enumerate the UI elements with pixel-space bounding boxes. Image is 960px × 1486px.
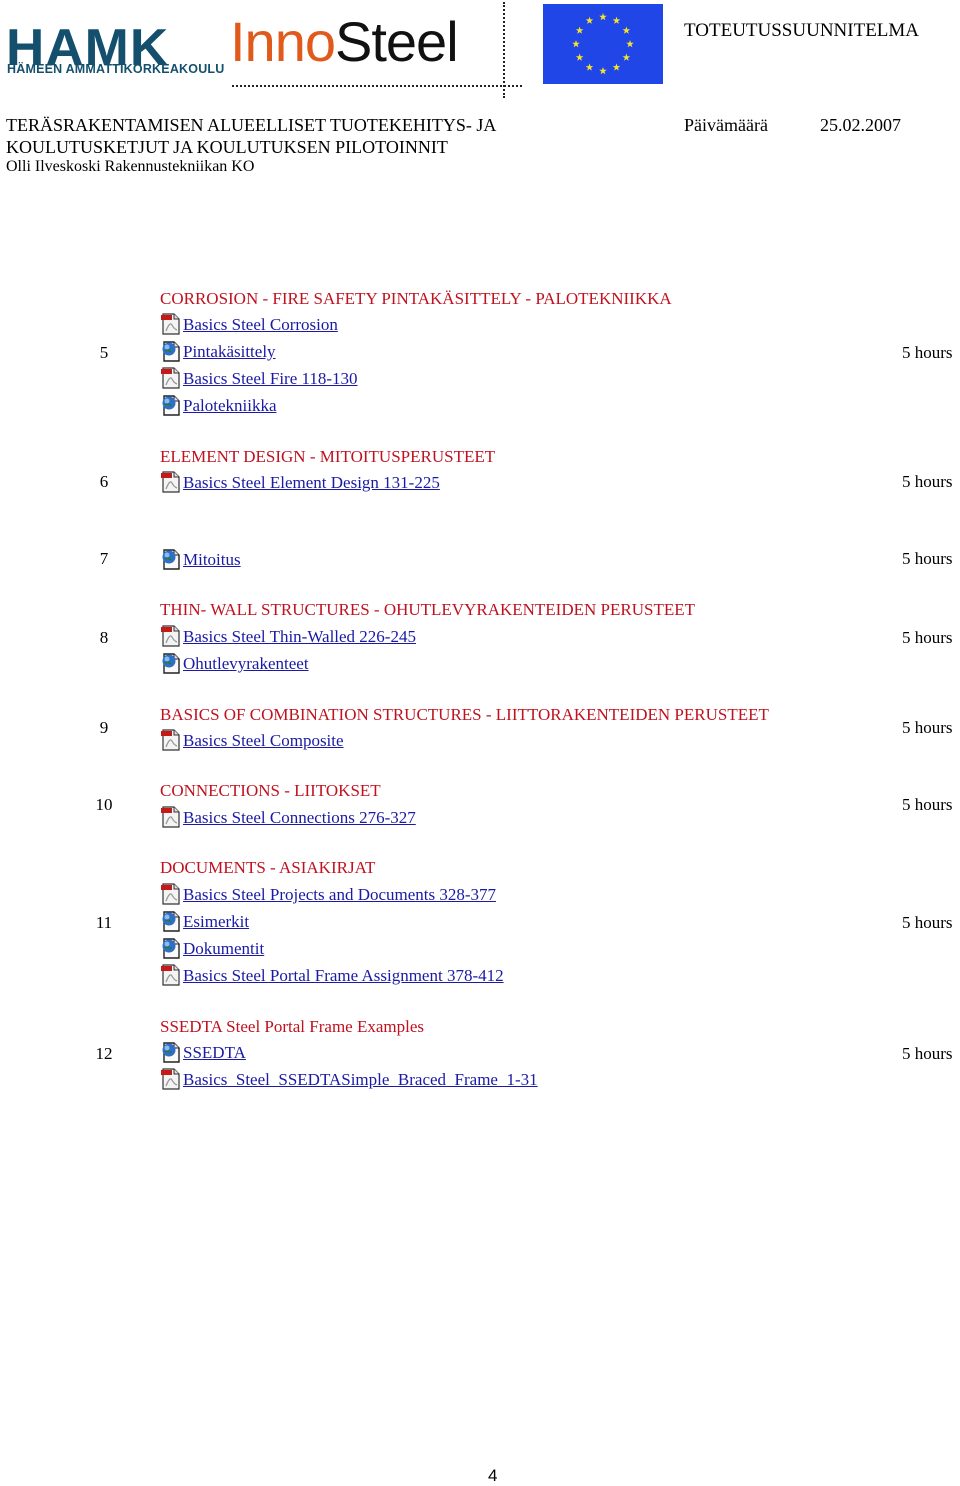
innosteel-logo-steel: Steel: [335, 10, 459, 73]
list-item: Esimerkit: [160, 910, 249, 932]
date-label: Päivämäärä: [684, 115, 768, 135]
link[interactable]: Basics Steel Portal Frame Assignment 378…: [183, 966, 504, 986]
innosteel-logo-inno: Inno: [230, 10, 336, 73]
project-title-line2: KOULUTUSKETJUT JA KOULUTUKSEN PILOTOINNI…: [6, 137, 448, 157]
eu-flag-icon: [543, 4, 663, 84]
list-item: Basics Steel Portal Frame Assignment 378…: [160, 964, 504, 986]
pdf-icon: [160, 1068, 182, 1090]
list-item: Basics Steel Projects and Documents 328-…: [160, 883, 496, 905]
row-heading: DOCUMENTS - ASIAKIRJAT: [160, 858, 376, 877]
list-item: Basics Steel Corrosion: [160, 313, 338, 335]
eu-star-icon: [585, 63, 594, 71]
eu-star-icon: [622, 26, 631, 34]
eu-star-icon: [626, 40, 634, 48]
pdf-icon: [160, 964, 182, 986]
page-number: 4: [488, 1466, 498, 1485]
eu-star-icon: [575, 53, 584, 61]
eu-star-icon: [599, 13, 607, 21]
date-value: 25.02.2007: [820, 115, 901, 135]
row-number: 9: [99, 718, 109, 737]
row-number: 12: [95, 1044, 113, 1063]
pdf-icon: [160, 313, 182, 335]
link[interactable]: Palotekniikka: [183, 396, 276, 416]
row-number: 11: [95, 913, 113, 932]
list-item: Basics Steel Connections 276-327: [160, 806, 416, 828]
author-line: Olli Ilveskoski Rakennustekniikan KO: [6, 158, 255, 175]
eu-star-icon: [612, 63, 621, 71]
document-type: TOTEUTUSSUUNNITELMA: [684, 20, 920, 41]
innosteel-logo: InnoSteel: [230, 14, 459, 70]
hamk-logo-subtitle: HÄMEEN AMMATTIKORKEAKOULU: [7, 62, 225, 76]
link[interactable]: Ohutlevyrakenteet: [183, 654, 309, 674]
link[interactable]: Pintakäsittely: [183, 342, 276, 362]
link[interactable]: SSEDTA: [183, 1043, 246, 1063]
pdf-icon: [160, 883, 182, 905]
web-page-icon: [160, 340, 182, 362]
row-hours: 5 hours: [902, 913, 953, 932]
eu-star-icon: [599, 67, 607, 75]
row-hours: 5 hours: [902, 549, 953, 568]
web-page-icon: [160, 548, 182, 570]
row-heading: ELEMENT DESIGN - MITOITUSPERUSTEET: [160, 447, 496, 466]
dotted-divider-vertical: [503, 2, 505, 98]
link[interactable]: Basics Steel Connections 276-327: [183, 808, 416, 828]
list-item: Basics Steel Thin-Walled 226-245: [160, 625, 416, 647]
row-hours: 5 hours: [902, 1044, 953, 1063]
row-heading: CORROSION - FIRE SAFETY PINTAKÄSITTELY -…: [160, 289, 672, 308]
list-item: Ohutlevyrakenteet: [160, 652, 309, 674]
row-hours: 5 hours: [902, 343, 953, 362]
web-page-icon: [160, 652, 182, 674]
eu-star-icon: [612, 16, 621, 24]
list-item: Palotekniikka: [160, 394, 276, 416]
row-number: 8: [99, 628, 109, 647]
eu-star-icon: [572, 40, 580, 48]
row-number: 10: [95, 795, 113, 814]
row-number: 5: [99, 343, 109, 362]
link[interactable]: Basics_Steel_SSEDTASimple_Braced_Frame_1…: [183, 1070, 538, 1090]
list-item: Basics_Steel_SSEDTASimple_Braced_Frame_1…: [160, 1068, 538, 1090]
link[interactable]: Mitoitus: [183, 550, 241, 570]
row-hours: 5 hours: [902, 628, 953, 647]
pdf-icon: [160, 806, 182, 828]
row-number: 6: [99, 472, 109, 491]
link[interactable]: Basics Steel Fire 118-130: [183, 369, 358, 389]
pdf-icon: [160, 729, 182, 751]
pdf-icon: [160, 625, 182, 647]
row-hours: 5 hours: [902, 472, 953, 491]
web-page-icon: [160, 1041, 182, 1063]
link[interactable]: Basics Steel Projects and Documents 328-…: [183, 885, 496, 905]
list-item: Mitoitus: [160, 548, 241, 570]
dotted-divider-horizontal: [232, 85, 522, 87]
row-heading: BASICS OF COMBINATION STRUCTURES - LIITT…: [160, 705, 769, 724]
row-number: 7: [99, 549, 109, 568]
list-item: SSEDTA: [160, 1041, 246, 1063]
row-heading: SSEDTA Steel Portal Frame Examples: [160, 1017, 424, 1036]
list-item: Pintakäsittely: [160, 340, 276, 362]
eu-star-icon: [622, 53, 631, 61]
eu-star-icon: [585, 16, 594, 24]
link[interactable]: Basics Steel Element Design 131-225: [183, 473, 440, 493]
link[interactable]: Basics Steel Corrosion: [183, 315, 338, 335]
list-item: Basics Steel Element Design 131-225: [160, 471, 440, 493]
eu-star-icon: [575, 26, 584, 34]
link[interactable]: Dokumentit: [183, 939, 264, 959]
list-item: Basics Steel Composite: [160, 729, 344, 751]
pdf-icon: [160, 471, 182, 493]
web-page-icon: [160, 394, 182, 416]
link[interactable]: Esimerkit: [183, 912, 249, 932]
row-hours: 5 hours: [902, 795, 953, 814]
web-page-icon: [160, 910, 182, 932]
row-hours: 5 hours: [902, 718, 953, 737]
row-heading: CONNECTIONS - LIITOKSET: [160, 781, 381, 800]
list-item: Basics Steel Fire 118-130: [160, 367, 358, 389]
list-item: Dokumentit: [160, 937, 264, 959]
row-heading: THIN- WALL STRUCTURES - OHUTLEVYRAKENTEI…: [160, 600, 695, 619]
project-title-line1: TERÄSRAKENTAMISEN ALUEELLISET TUOTEKEHIT…: [6, 115, 497, 135]
link[interactable]: Basics Steel Thin-Walled 226-245: [183, 627, 416, 647]
link[interactable]: Basics Steel Composite: [183, 731, 344, 751]
web-page-icon: [160, 937, 182, 959]
pdf-icon: [160, 367, 182, 389]
